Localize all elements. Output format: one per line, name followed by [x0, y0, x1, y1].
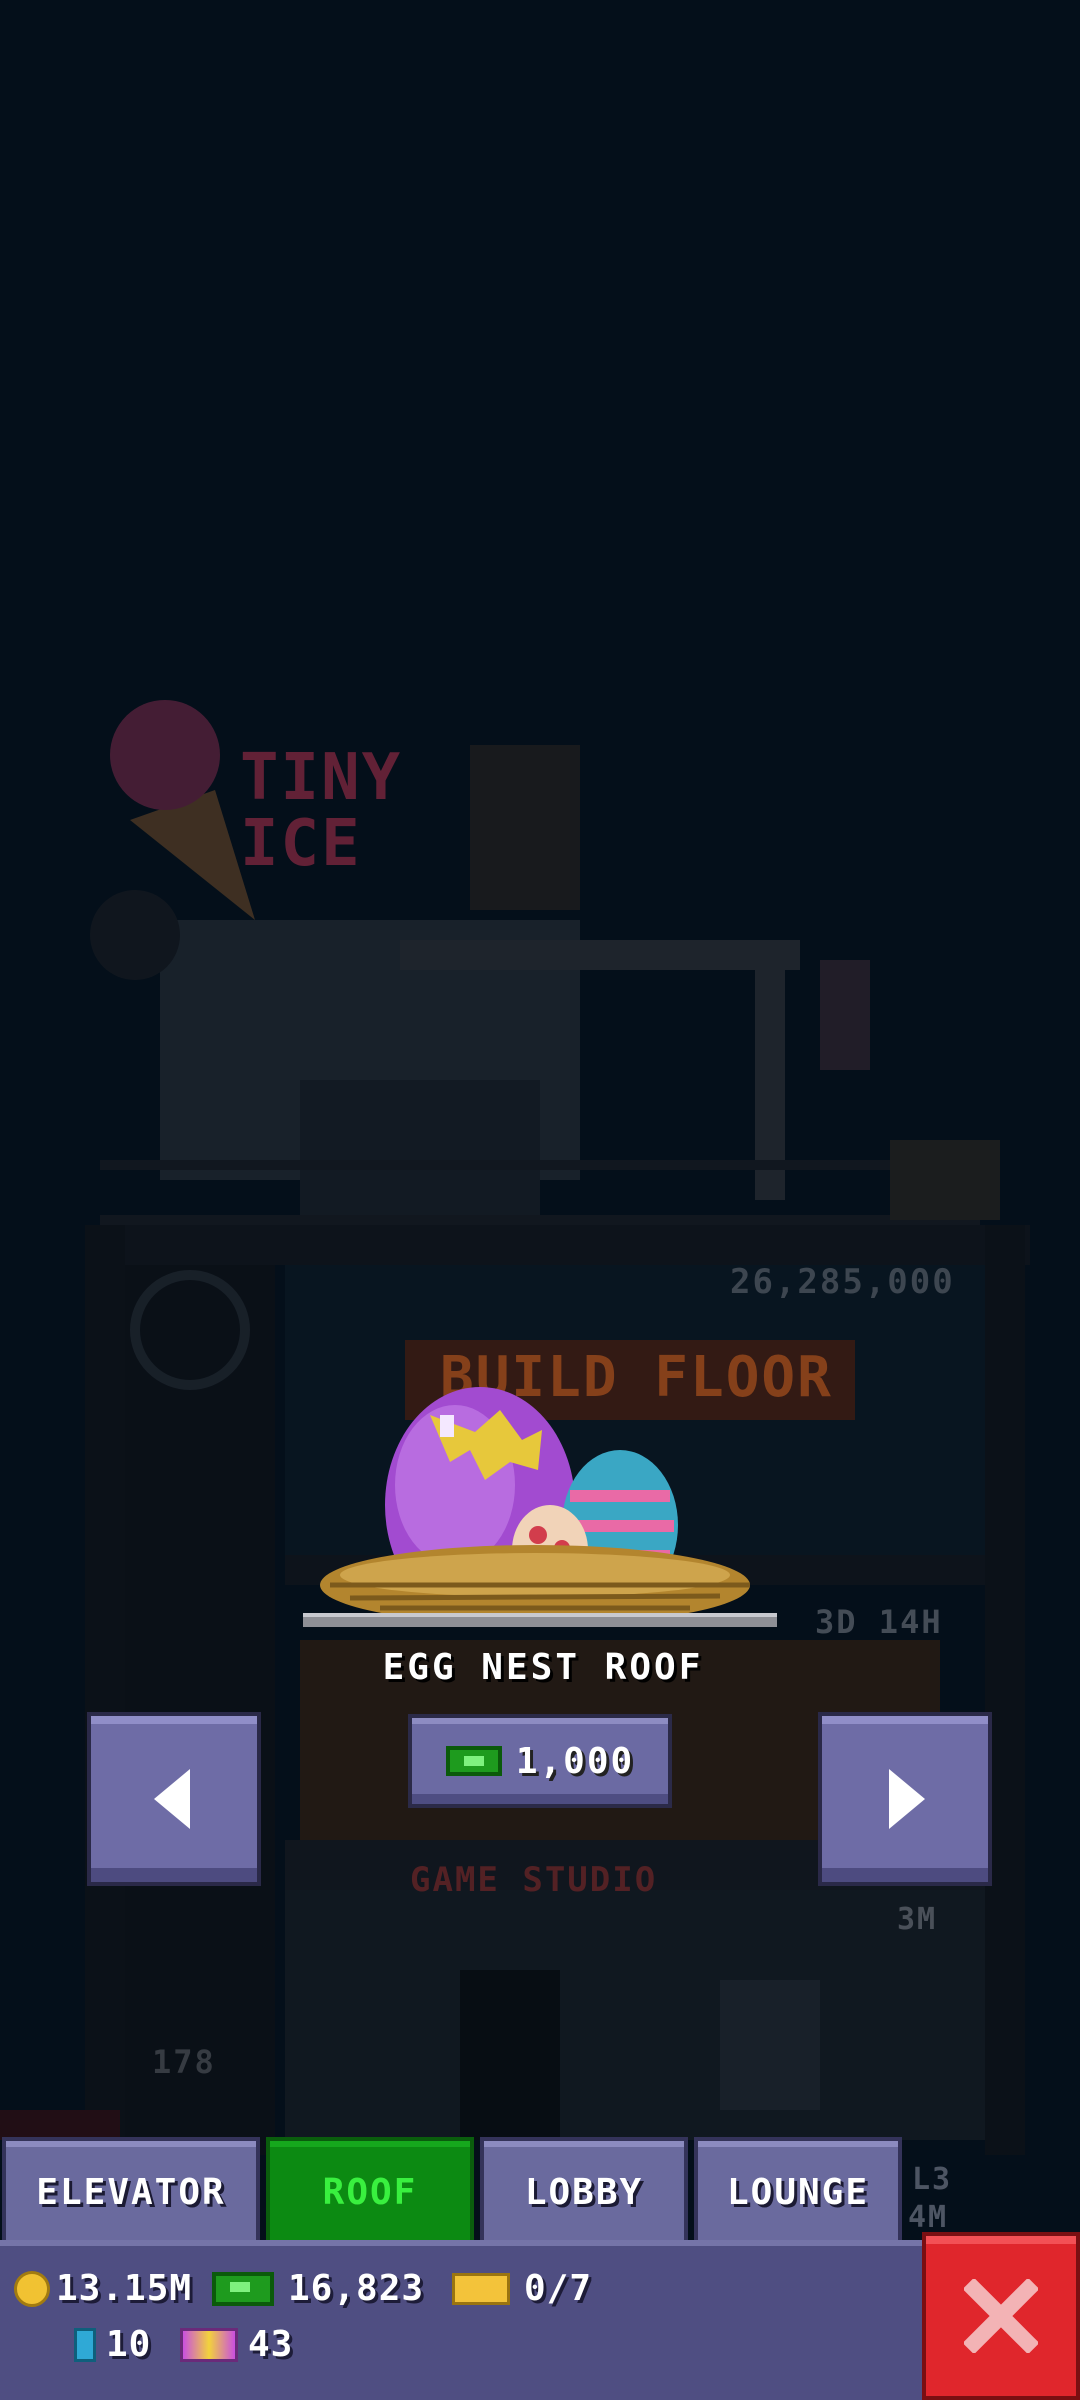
tickets-stat: 0/7: [452, 2268, 592, 2309]
vip-ticket-icon: [180, 2327, 238, 2362]
coin-icon: [14, 2270, 50, 2307]
keys-stat: 10: [74, 2324, 151, 2365]
level-label-1: L3: [912, 2162, 953, 2197]
floor-badge-label: 3M: [897, 1902, 938, 1937]
egg-nest-illustration: [320, 1387, 750, 1620]
ticket-icon: [452, 2272, 510, 2305]
close-icon: [964, 2279, 1038, 2353]
floor-cost-label: 26,285,000: [730, 1262, 955, 1302]
tab-lobby[interactable]: LOBBY: [480, 2137, 688, 2243]
previous-roof-button[interactable]: [87, 1712, 261, 1886]
buy-roof-button[interactable]: 1,000: [408, 1714, 672, 1808]
floor-number-label: 178: [152, 2043, 216, 2081]
keys-value: 10: [106, 2324, 152, 2365]
level-label-2: 4M: [908, 2200, 949, 2235]
bux-icon: [445, 1746, 502, 1776]
vip-value: 43: [248, 2324, 294, 2365]
key-icon: [74, 2327, 96, 2362]
tab-lounge[interactable]: LOUNGE: [694, 2137, 902, 2243]
bux-icon: [212, 2271, 274, 2306]
roof-price: 1,000: [515, 1740, 635, 1782]
bux-stat: 16,823: [212, 2268, 424, 2309]
next-roof-button[interactable]: [818, 1712, 992, 1886]
status-bar: [0, 2240, 930, 2400]
build-timer-label: 3D 14H: [815, 1603, 943, 1641]
tickets-value: 0/7: [524, 2268, 593, 2309]
coins-stat: 13.15M: [14, 2268, 192, 2309]
tab-roof[interactable]: ROOF: [266, 2137, 474, 2243]
preview-shelf: [303, 1613, 777, 1627]
roof-name-title: EGG NEST ROOF: [382, 1647, 704, 1688]
background-tower: [0, 700, 1030, 2155]
arrow-right-icon: [889, 1769, 925, 1829]
vip-stat: 43: [180, 2324, 293, 2365]
bux-value: 16,823: [288, 2268, 425, 2309]
floor-name-label: GAME STUDIO: [410, 1860, 658, 1900]
building-sign: TINY ICE: [240, 741, 403, 881]
close-button[interactable]: [922, 2232, 1080, 2400]
arrow-left-icon: [154, 1769, 190, 1829]
tab-elevator[interactable]: ELEVATOR: [2, 2137, 260, 2243]
coins-value: 13.15M: [56, 2268, 193, 2309]
